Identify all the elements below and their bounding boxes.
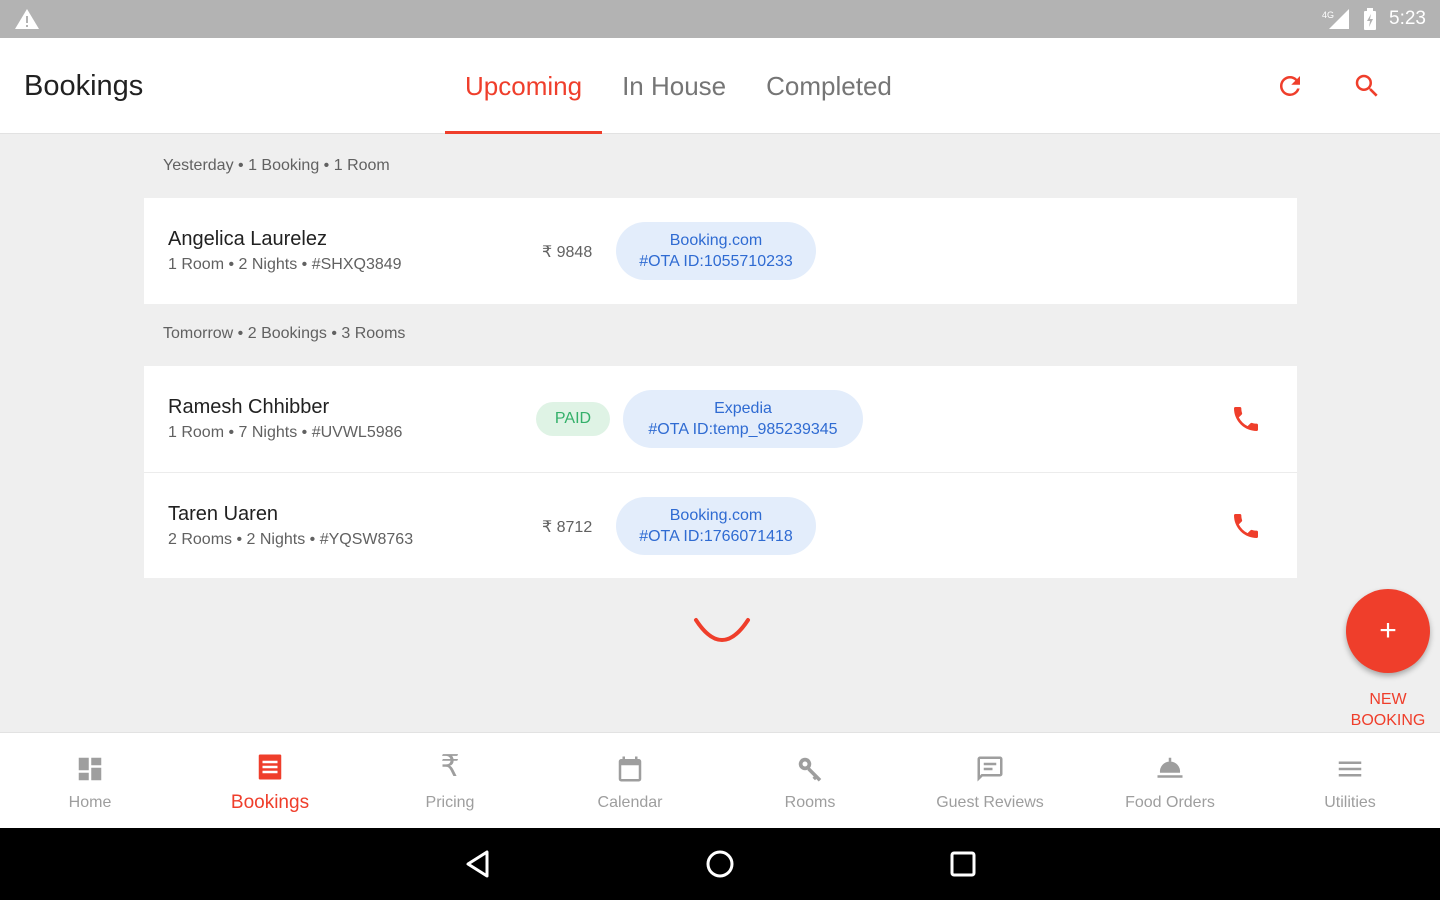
rupee-icon: ₹ [440, 750, 460, 783]
nav-item-home[interactable]: Home [0, 733, 180, 829]
phone-icon[interactable] [1228, 508, 1264, 544]
plus-icon: + [1379, 614, 1397, 647]
tab-completed[interactable]: Completed [746, 38, 912, 134]
ota-badge[interactable]: Expedia #OTA ID:temp_985239345 [623, 390, 863, 448]
group-header-yesterday: Yesterday • 1 Booking • 1 Room [163, 157, 390, 174]
ota-source: Booking.com [669, 232, 763, 249]
menu-icon [1335, 750, 1365, 784]
key-icon [795, 750, 825, 784]
battery-icon [1363, 8, 1377, 30]
system-nav-bar [0, 828, 1440, 900]
loading-spinner [690, 598, 754, 655]
bottom-nav: Home Bookings ₹ Pricing Calendar Rooms G… [0, 732, 1440, 828]
booking-meta: 2 Rooms • 2 Nights • #YQSW8763 [168, 531, 414, 548]
nav-item-rooms[interactable]: Rooms [720, 733, 900, 829]
home-icon[interactable] [702, 846, 738, 882]
nav-label: Food Orders [1125, 794, 1215, 811]
booking-amount: ₹ 9848 [542, 244, 593, 261]
back-icon[interactable] [460, 846, 496, 882]
reviews-icon [975, 750, 1005, 784]
ota-id: #OTA ID:1766071418 [639, 528, 793, 545]
booking-row[interactable]: Taren Uaren 2 Rooms • 2 Nights • #YQSW87… [144, 472, 1297, 578]
nav-label: Utilities [1324, 794, 1376, 811]
ota-badge[interactable]: Booking.com #OTA ID:1766071418 [616, 497, 816, 555]
tab-in-house[interactable]: In House [602, 38, 746, 134]
nav-item-guest-reviews[interactable]: Guest Reviews [900, 733, 1080, 829]
nav-label: Pricing [425, 794, 475, 811]
warning-icon [14, 8, 40, 30]
status-bar: 4G 5:23 [0, 0, 1440, 38]
nav-item-pricing[interactable]: ₹ Pricing [360, 733, 540, 829]
signal-icon: 4G [1321, 8, 1351, 30]
guest-name: Ramesh Chhibber [168, 396, 330, 418]
new-booking-label: NEW BOOKING [1350, 691, 1426, 729]
booking-meta: 1 Room • 7 Nights • #UVWL5986 [168, 424, 403, 441]
nav-label: Calendar [597, 794, 663, 811]
status-time: 5:23 [1389, 8, 1426, 29]
bookings-icon [255, 748, 285, 782]
phone-icon[interactable] [1228, 401, 1264, 437]
booking-card: Ramesh Chhibber 1 Room • 7 Nights • #UVW… [144, 366, 1297, 578]
nav-label: Home [68, 794, 112, 811]
ota-id: #OTA ID:temp_985239345 [648, 421, 838, 438]
nav-label: Bookings [230, 792, 310, 813]
nav-item-food-orders[interactable]: Food Orders [1080, 733, 1260, 829]
guest-name: Angelica Laurelez [168, 228, 327, 250]
tab-upcoming[interactable]: Upcoming [445, 38, 603, 134]
guest-name: Taren Uaren [168, 503, 279, 525]
booking-row[interactable]: Ramesh Chhibber 1 Room • 7 Nights • #UVW… [144, 366, 1297, 472]
page-title: Bookings [24, 70, 144, 102]
calendar-icon [615, 750, 645, 784]
booking-meta: 1 Room • 2 Nights • #SHXQ3849 [168, 256, 402, 273]
booking-tabs: Upcoming In House Completed [445, 38, 912, 134]
refresh-icon[interactable] [1272, 68, 1308, 104]
ota-source: Expedia [714, 400, 772, 417]
food-icon [1155, 750, 1185, 784]
dashboard-icon [75, 750, 105, 784]
nav-item-bookings[interactable]: Bookings [180, 733, 360, 829]
nav-label: Rooms [784, 794, 836, 811]
nav-item-utilities[interactable]: Utilities [1260, 733, 1440, 829]
svg-text:4G: 4G [1322, 10, 1334, 20]
new-booking-button[interactable]: + [1346, 589, 1430, 673]
ota-badge[interactable]: Booking.com #OTA ID:1055710233 [616, 222, 816, 280]
recents-icon[interactable] [945, 846, 981, 882]
nav-item-calendar[interactable]: Calendar [540, 733, 720, 829]
booking-card: Angelica Laurelez 1 Room • 2 Nights • #S… [144, 198, 1297, 304]
nav-label: Guest Reviews [936, 794, 1044, 811]
booking-amount: ₹ 8712 [542, 519, 593, 536]
group-header-tomorrow: Tomorrow • 2 Bookings • 3 Rooms [163, 325, 406, 342]
search-icon[interactable] [1349, 68, 1385, 104]
paid-badge: PAID [536, 402, 610, 436]
ota-id: #OTA ID:1055710233 [639, 253, 793, 270]
app-bar: Bookings Upcoming In House Completed [0, 38, 1440, 134]
ota-source: Booking.com [669, 507, 763, 524]
booking-row[interactable]: Angelica Laurelez 1 Room • 2 Nights • #S… [144, 198, 1297, 304]
